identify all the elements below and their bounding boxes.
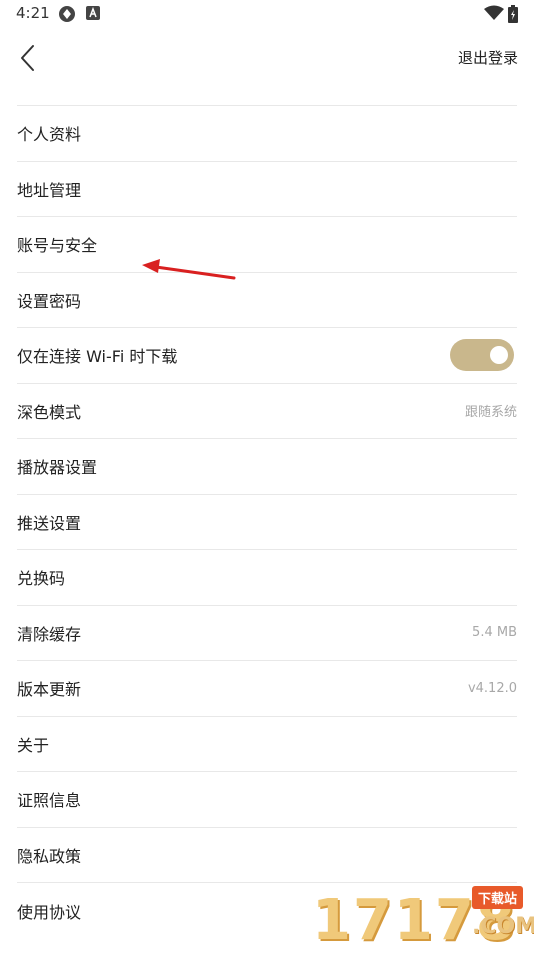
wifi-icon xyxy=(484,5,504,25)
sync-icon xyxy=(58,5,76,27)
settings-item-label: 账号与安全 xyxy=(17,236,98,256)
battery-icon xyxy=(508,5,518,27)
watermark-domain: .COM xyxy=(472,914,534,939)
settings-item-wifi-download: 仅在连接 Wi-Fi 时下载 xyxy=(17,328,517,384)
settings-item-label: 个人资料 xyxy=(17,125,82,145)
settings-item-dark-mode[interactable]: 深色模式 跟随系统 xyxy=(17,384,517,439)
settings-item-account-security[interactable]: 账号与安全 xyxy=(17,217,517,273)
settings-item-label: 仅在连接 Wi-Fi 时下载 xyxy=(17,347,178,367)
dark-mode-value: 跟随系统 xyxy=(464,405,517,421)
settings-item-about[interactable]: 关于 xyxy=(17,717,517,772)
chevron-left-icon xyxy=(21,45,34,71)
settings-item-address[interactable]: 地址管理 xyxy=(17,162,517,217)
settings-item-label: 推送设置 xyxy=(17,513,82,533)
settings-item-player[interactable]: 播放器设置 xyxy=(17,439,517,495)
settings-item-push[interactable]: 推送设置 xyxy=(17,495,517,550)
wifi-download-toggle[interactable] xyxy=(450,339,514,372)
a-badge-icon xyxy=(86,5,100,24)
cache-size-value: 5.4 MB xyxy=(472,625,517,641)
version-value: v4.12.0 xyxy=(467,680,517,696)
settings-item-label: 播放器设置 xyxy=(17,458,98,478)
settings-item-label: 深色模式 xyxy=(17,402,82,422)
settings-item-label: 版本更新 xyxy=(17,680,82,700)
settings-item-version-update[interactable]: 版本更新 v4.12.0 xyxy=(17,661,517,717)
settings-item-label: 使用协议 xyxy=(17,902,82,922)
settings-item-redeem-code[interactable]: 兑换码 xyxy=(17,550,517,606)
settings-item-label: 证照信息 xyxy=(17,791,82,811)
settings-item-label: 关于 xyxy=(17,735,50,755)
settings-list: 个人资料 地址管理 账号与安全 设置密码 仅在连接 Wi-Fi 时下载 深色模式… xyxy=(17,105,517,939)
settings-item-label: 地址管理 xyxy=(17,180,82,200)
status-bar: 4:21 xyxy=(0,0,534,28)
settings-item-privacy-policy[interactable]: 隐私政策 xyxy=(17,828,517,883)
status-time: 4:21 xyxy=(16,4,50,22)
watermark-badge: 下载站 xyxy=(472,886,524,909)
back-button[interactable] xyxy=(14,42,44,74)
header: 退出登录 xyxy=(0,28,534,106)
logout-button[interactable]: 退出登录 xyxy=(458,47,518,68)
settings-item-label: 隐私政策 xyxy=(17,846,82,866)
settings-item-clear-cache[interactable]: 清除缓存 5.4 MB xyxy=(17,606,517,661)
annotation-arrow-icon xyxy=(138,257,238,287)
settings-item-password[interactable]: 设置密码 xyxy=(17,273,517,328)
watermark-logo: 17178 下载站 .COM xyxy=(312,884,534,953)
settings-item-profile[interactable]: 个人资料 xyxy=(17,106,517,162)
settings-item-label: 兑换码 xyxy=(17,569,66,589)
settings-item-license-info[interactable]: 证照信息 xyxy=(17,772,517,828)
toggle-knob xyxy=(490,346,508,365)
settings-item-label: 设置密码 xyxy=(17,291,82,311)
settings-item-label: 清除缓存 xyxy=(17,624,82,644)
